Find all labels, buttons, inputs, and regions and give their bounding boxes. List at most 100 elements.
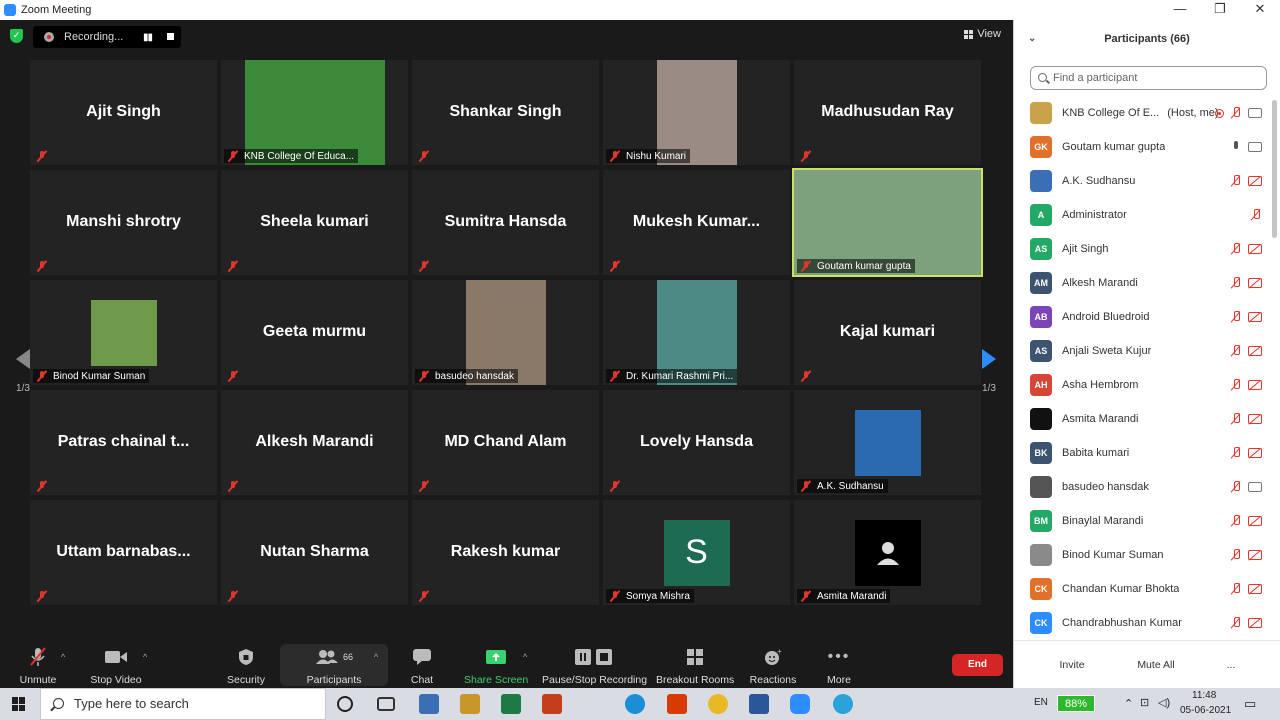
reactions-button[interactable]: + Reactions bbox=[748, 646, 798, 686]
initials-avatar: BK bbox=[1030, 442, 1052, 464]
cortana-icon[interactable] bbox=[337, 696, 353, 712]
mute-all-button[interactable]: Mute All bbox=[1134, 654, 1178, 676]
battery-indicator[interactable]: 88% bbox=[1057, 695, 1095, 712]
clock-date[interactable]: 05-06-2021 bbox=[1180, 705, 1231, 716]
task-view-icon[interactable] bbox=[377, 697, 395, 711]
participant-tile[interactable]: Lovely Hansda bbox=[603, 390, 790, 495]
view-button[interactable]: View bbox=[964, 28, 1001, 40]
participant-tile[interactable]: Kajal kumari bbox=[794, 280, 981, 385]
encryption-shield-icon[interactable]: ✓ bbox=[10, 29, 23, 43]
participant-row[interactable]: AH Asha Hembrom bbox=[1014, 368, 1272, 402]
participant-row[interactable]: A.K. Sudhansu bbox=[1014, 164, 1272, 198]
app-icon-1[interactable] bbox=[419, 694, 439, 714]
notifications-icon[interactable]: ▭ bbox=[1244, 696, 1256, 712]
participant-row[interactable]: CK Chandrabhushan Kumar bbox=[1014, 606, 1272, 640]
participant-row[interactable]: Binod Kumar Suman bbox=[1014, 538, 1272, 572]
chrome-icon[interactable] bbox=[708, 694, 728, 714]
telegram-icon[interactable] bbox=[833, 694, 853, 714]
participant-row[interactable]: basudeo hansdak bbox=[1014, 470, 1272, 504]
participant-tile[interactable]: Asmita Marandi bbox=[794, 500, 981, 605]
clock-time[interactable]: 11:48 bbox=[1192, 690, 1216, 701]
windows-start-icon[interactable] bbox=[12, 697, 26, 711]
network-icon[interactable]: ⊡ bbox=[1140, 696, 1149, 709]
participants-options-caret-icon[interactable]: ^ bbox=[374, 652, 378, 662]
participant-row[interactable]: AB Android Bluedroid bbox=[1014, 300, 1272, 334]
share-screen-button[interactable]: Share Screen bbox=[464, 646, 528, 686]
maximize-button[interactable]: ❐ bbox=[1200, 0, 1240, 20]
participant-tile[interactable]: Rakesh kumar bbox=[412, 500, 599, 605]
collapse-panel-chevron-icon[interactable]: ⌄ bbox=[1028, 20, 1036, 58]
participant-row[interactable]: BM Binaylal Marandi bbox=[1014, 504, 1272, 538]
stop-recording-icon[interactable] bbox=[167, 33, 174, 40]
participant-tile[interactable]: Sheela kumari bbox=[221, 170, 408, 275]
store-icon[interactable] bbox=[460, 694, 480, 714]
minimize-button[interactable]: — bbox=[1160, 0, 1200, 20]
participant-tile[interactable]: Shankar Singh bbox=[412, 60, 599, 165]
participant-tile[interactable]: Geeta murmu bbox=[221, 280, 408, 385]
participant-row[interactable]: Asmita Marandi bbox=[1014, 402, 1272, 436]
share-options-caret-icon[interactable]: ^ bbox=[523, 652, 527, 662]
find-participant-input[interactable]: Find a participant bbox=[1030, 66, 1267, 90]
edge-icon[interactable] bbox=[625, 694, 645, 714]
excel-icon[interactable] bbox=[501, 694, 521, 714]
participant-tile[interactable]: Binod Kumar Suman bbox=[30, 280, 217, 385]
initials-avatar: BM bbox=[1030, 510, 1052, 532]
participant-row[interactable]: BK Babita kumari bbox=[1014, 436, 1272, 470]
participant-tile[interactable]: A.K. Sudhansu bbox=[794, 390, 981, 495]
pause-recording-icon[interactable]: ▮▮ bbox=[143, 32, 153, 43]
participant-row[interactable]: A Administrator bbox=[1014, 198, 1272, 232]
participant-tile[interactable]: Nishu Kumari bbox=[603, 60, 790, 165]
video-options-caret-icon[interactable]: ^ bbox=[143, 652, 147, 662]
participant-tile[interactable]: Alkesh Marandi bbox=[221, 390, 408, 495]
participant-tile[interactable]: Mukesh Kumar... bbox=[603, 170, 790, 275]
participant-name: MD Chand Alam bbox=[444, 433, 567, 450]
participant-row[interactable]: GK Goutam kumar gupta bbox=[1014, 130, 1272, 164]
more-button[interactable]: ••• More bbox=[822, 646, 856, 686]
chat-button[interactable]: Chat bbox=[404, 646, 440, 686]
word-icon[interactable] bbox=[749, 694, 769, 714]
participant-tile[interactable]: Dr. Kumari Rashmi Pri... bbox=[603, 280, 790, 385]
participant-list-scrollbar[interactable] bbox=[1272, 100, 1277, 238]
zoom-taskbar-icon[interactable] bbox=[790, 694, 810, 714]
close-button[interactable]: ✕ bbox=[1240, 0, 1280, 20]
stop-video-button[interactable]: Stop Video bbox=[88, 646, 144, 686]
participant-tile[interactable]: Patras chainal t... bbox=[30, 390, 217, 495]
participant-tile[interactable]: KNB College Of Educa... bbox=[221, 60, 408, 165]
participant-row[interactable]: KNB College Of E... (Host, me) bbox=[1014, 96, 1272, 130]
recording-indicator: Recording... ▮▮ bbox=[33, 26, 181, 48]
language-indicator[interactable]: EN bbox=[1034, 697, 1048, 708]
end-meeting-button[interactable]: End bbox=[952, 654, 1003, 676]
breakout-rooms-button[interactable]: Breakout Rooms bbox=[656, 646, 734, 686]
volume-icon[interactable]: ◁) bbox=[1158, 696, 1170, 709]
participant-tile[interactable]: Uttam barnabas... bbox=[30, 500, 217, 605]
panel-more-button[interactable]: ... bbox=[1222, 654, 1240, 676]
mic-on-icon bbox=[1230, 141, 1242, 153]
participant-name: Geeta murmu bbox=[262, 323, 367, 340]
invite-button[interactable]: Invite bbox=[1058, 654, 1086, 676]
participants-label: Participants bbox=[306, 674, 362, 686]
mic-muted-icon bbox=[609, 150, 621, 162]
participant-tile[interactable]: basudeo hansdak bbox=[412, 280, 599, 385]
participant-tile[interactable]: MD Chand Alam bbox=[412, 390, 599, 495]
security-button[interactable]: Security bbox=[224, 646, 268, 686]
participant-row[interactable]: AS Ajit Singh bbox=[1014, 232, 1272, 266]
powerpoint-icon[interactable] bbox=[542, 694, 562, 714]
pause-stop-recording-button[interactable]: Pause/Stop Recording bbox=[542, 646, 647, 686]
participant-tile[interactable]: Manshi shrotry bbox=[30, 170, 217, 275]
participant-row[interactable]: CK Chandan Kumar Bhokta bbox=[1014, 572, 1272, 606]
audio-options-caret-icon[interactable]: ^ bbox=[61, 652, 65, 662]
participant-tile[interactable]: Goutam kumar gupta bbox=[792, 168, 983, 277]
office-icon[interactable] bbox=[667, 694, 687, 714]
participant-tile[interactable]: Sumitra Hansda bbox=[412, 170, 599, 275]
participant-row[interactable]: AS Anjali Sweta Kujur bbox=[1014, 334, 1272, 368]
participant-tile[interactable]: Nutan Sharma bbox=[221, 500, 408, 605]
participant-tile[interactable]: Ajit Singh bbox=[30, 60, 217, 165]
tray-up-arrow-icon[interactable]: ⌃ bbox=[1124, 697, 1133, 710]
unmute-button[interactable]: Unmute bbox=[18, 646, 58, 686]
participant-tile[interactable]: S Somya Mishra bbox=[603, 500, 790, 605]
participant-tile[interactable]: Madhusudan Ray bbox=[794, 60, 981, 165]
taskbar-search-input[interactable]: Type here to search bbox=[40, 688, 326, 720]
participants-button[interactable]: 66 Participants bbox=[304, 646, 364, 686]
participant-row[interactable]: AM Alkesh Marandi bbox=[1014, 266, 1272, 300]
initial-avatar: S bbox=[663, 519, 730, 586]
